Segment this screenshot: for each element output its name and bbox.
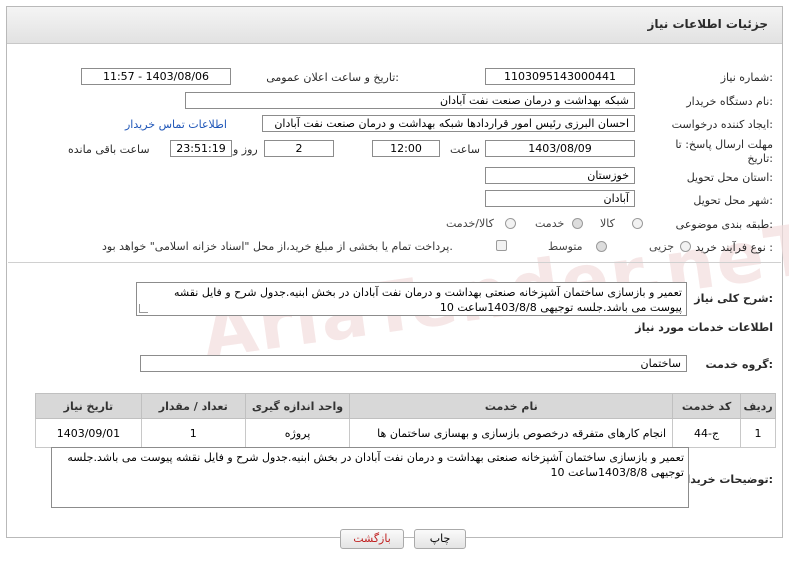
remaining-time-label: ساعت باقی مانده xyxy=(68,143,150,156)
category-option-goods-service: کالا/خدمت xyxy=(446,217,494,230)
buyer-org-label: نام دستگاه خریدار: xyxy=(686,95,773,108)
column-header-need-date: تاریخ نیاز xyxy=(35,393,142,419)
treasury-checkbox[interactable] xyxy=(496,240,507,251)
cell-service-name: انجام کارهای متفرقه درخصوص بازسازی و بهس… xyxy=(349,418,674,448)
city-field[interactable]: آبادان xyxy=(485,190,635,207)
category-radio-goods[interactable] xyxy=(632,218,643,229)
purchase-type-radio-medium[interactable] xyxy=(596,241,607,252)
need-number-label: شماره نیاز: xyxy=(720,71,773,84)
deadline-date-field[interactable]: 1403/08/09 xyxy=(485,140,635,157)
province-label: استان محل تحویل: xyxy=(686,171,773,184)
purchase-type-label: نوع فرآیند خرید : xyxy=(695,241,773,254)
remaining-time-field: 23:51:19 xyxy=(170,140,232,157)
purchase-type-option-minor: جزیی xyxy=(649,240,675,253)
service-group-field[interactable]: ساختمان xyxy=(140,355,687,372)
buyer-notes-textarea[interactable]: تعمیر و بازسازی ساختمان آشپزخانه صنعتی ب… xyxy=(51,447,689,508)
service-group-label: گروه خدمت: xyxy=(705,358,773,371)
category-radio-goods-service[interactable] xyxy=(505,218,516,229)
deadline-time-field[interactable]: 12:00 xyxy=(372,140,440,157)
summary-text: تعمیر و بازسازی ساختمان آشپزخانه صنعتی ب… xyxy=(173,286,682,314)
table-row: 1 ج-44 انجام کارهای متفرقه درخصوص بازساز… xyxy=(35,418,776,448)
category-option-service: خدمت xyxy=(535,217,565,230)
back-button[interactable]: بازگشت xyxy=(340,529,404,549)
column-header-row-number: ردیف xyxy=(740,393,776,419)
announce-datetime-field[interactable]: 1403/08/06 - 11:57 xyxy=(81,68,231,85)
buyer-notes-label: توضیحات خریدار: xyxy=(680,473,773,486)
divider xyxy=(8,262,781,263)
column-header-quantity: تعداد / مقدار xyxy=(140,393,246,419)
column-header-unit: واحد اندازه گیری xyxy=(244,393,351,419)
requester-label: ایجاد کننده درخواست: xyxy=(671,118,773,131)
announce-datetime-label: تاریخ و ساعت اعلان عمومی: xyxy=(266,71,399,84)
buyer-org-field[interactable]: شبکه بهداشت و درمان صنعت نفت آبادان xyxy=(185,92,635,109)
category-radio-service[interactable] xyxy=(572,218,583,229)
buyer-notes-text: تعمیر و بازسازی ساختمان آشپزخانه صنعتی ب… xyxy=(67,451,684,479)
category-option-goods: کالا xyxy=(600,217,615,230)
province-field[interactable]: خوزستان xyxy=(485,167,635,184)
column-header-service-code: کد خدمت xyxy=(672,393,742,419)
days-label: روز و xyxy=(233,143,258,156)
cell-service-code: ج-44 xyxy=(672,418,742,448)
summary-label: شرح کلی نیاز: xyxy=(694,292,773,305)
column-header-service-name: نام خدمت xyxy=(349,393,674,419)
city-label: شهر محل تحویل: xyxy=(693,194,773,207)
table-header-row: ردیف کد خدمت نام خدمت واحد اندازه گیری ت… xyxy=(35,393,776,419)
treasury-note: پرداخت تمام یا بخشی از مبلغ خرید،از محل … xyxy=(102,240,453,253)
services-section-title: اطلاعات خدمات مورد نیاز xyxy=(635,321,773,334)
summary-textarea[interactable]: تعمیر و بازسازی ساختمان آشپزخانه صنعتی ب… xyxy=(136,282,687,316)
resize-grip[interactable] xyxy=(139,304,148,313)
deadline-label: مهلت ارسال پاسخ: تا تاریخ: xyxy=(675,138,773,165)
cell-quantity: 1 xyxy=(140,418,246,448)
cell-need-date: 1403/09/01 xyxy=(35,418,142,448)
deadline-time-label: ساعت xyxy=(450,143,480,156)
buyer-contact-link[interactable]: اطلاعات تماس خریدار xyxy=(125,118,227,131)
purchase-type-option-medium: متوسط xyxy=(548,240,583,253)
print-button[interactable]: چاپ xyxy=(414,529,466,549)
page-title: جزئیات اطلاعات نیاز xyxy=(647,17,768,31)
category-label: طبقه بندی موضوعی: xyxy=(675,218,773,231)
purchase-type-radio-minor[interactable] xyxy=(680,241,691,252)
services-table: ردیف کد خدمت نام خدمت واحد اندازه گیری ت… xyxy=(35,393,776,448)
need-number-field[interactable]: 1103095143000441 xyxy=(485,68,635,85)
remaining-days-field: 2 xyxy=(264,140,334,157)
requester-field[interactable]: احسان البرزی رئیس امور قراردادها شبکه به… xyxy=(262,115,635,132)
panel-header: جزئیات اطلاعات نیاز xyxy=(7,7,782,44)
cell-unit: پروژه xyxy=(244,418,351,448)
cell-row-number: 1 xyxy=(740,418,776,448)
